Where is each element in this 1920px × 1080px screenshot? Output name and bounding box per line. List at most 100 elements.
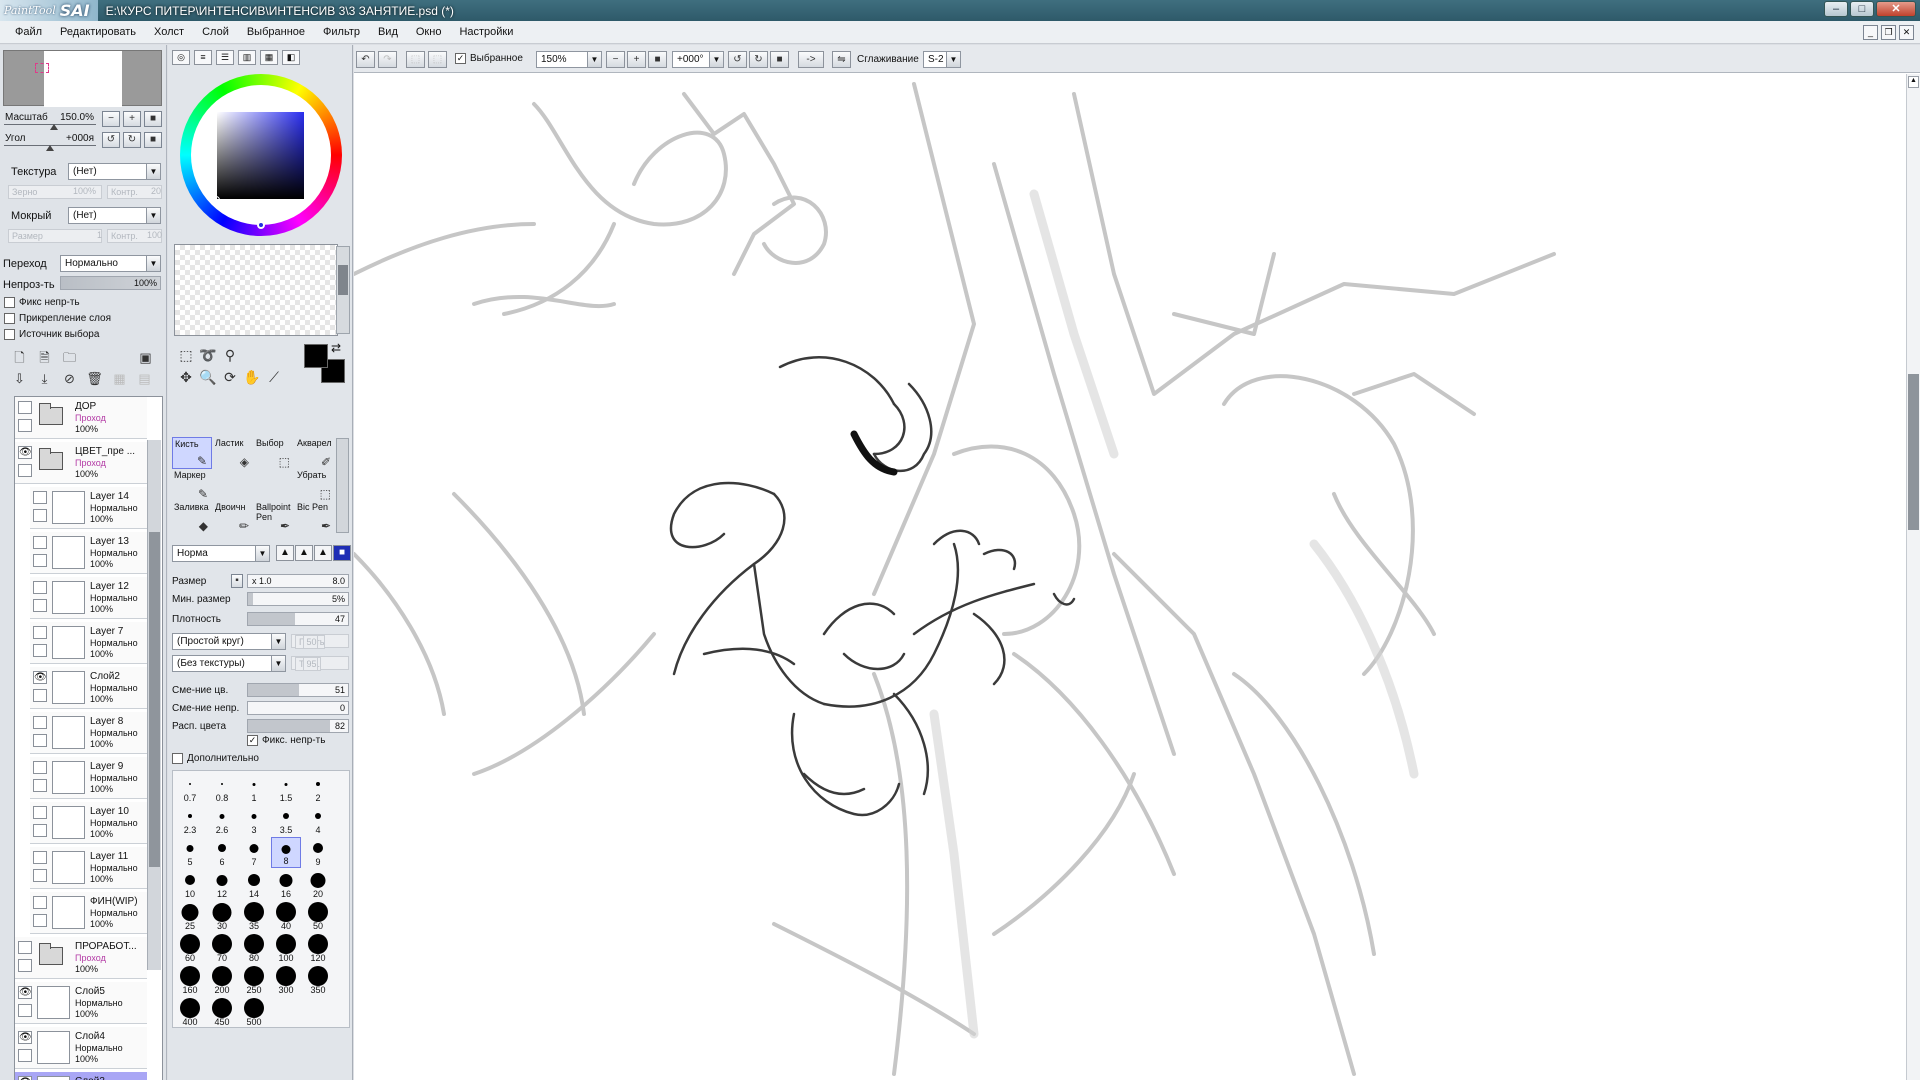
min-size-slider[interactable]: 5%	[247, 592, 349, 606]
clear-layer-icon[interactable]: ⊘	[60, 370, 79, 388]
brush-size-preset[interactable]: 450	[207, 997, 237, 1028]
brush-size-slider[interactable]: x 1.0 8.0	[247, 574, 349, 588]
selection-visible-checkbox[interactable]: ✓ Выбранное	[455, 53, 523, 64]
menu-edit[interactable]: Редактировать	[51, 21, 145, 44]
visibility-eye-icon[interactable]	[33, 491, 47, 504]
navigator-view-frame[interactable]	[35, 63, 49, 73]
flip-canvas-button[interactable]: ->	[798, 51, 824, 68]
brush-size-preset[interactable]: 4	[303, 805, 333, 836]
persistence-slider[interactable]: 82	[247, 719, 349, 733]
layer-lock-toggle[interactable]	[33, 509, 47, 522]
delete-layer-icon[interactable]: 🗑	[85, 370, 104, 388]
layer-lock-toggle[interactable]	[33, 824, 47, 837]
brush-slot[interactable]: Выбор ⬚	[254, 437, 294, 469]
canvas-drawing[interactable]	[354, 74, 1906, 1080]
canvas-vertical-scrollbar[interactable]: ▲	[1906, 74, 1920, 1080]
brush-grid-scrollbar[interactable]	[336, 438, 349, 533]
move-icon[interactable]: ✥	[176, 367, 196, 387]
layer-lock-toggle[interactable]	[33, 779, 47, 792]
merge-down-icon[interactable]: ⤓	[35, 370, 54, 388]
angle-knob[interactable]	[46, 145, 54, 151]
brush-size-preset[interactable]: 250	[239, 965, 269, 996]
layer-mask-icon[interactable]: ▤	[135, 370, 154, 388]
redo-icon[interactable]: ↷	[378, 51, 397, 68]
undo-icon[interactable]: ↶	[356, 51, 375, 68]
brush-size-preset[interactable]: 0.7	[175, 773, 205, 804]
layer-row[interactable]: ДОР Проход 100%	[15, 397, 147, 439]
visibility-eye-icon[interactable]	[18, 401, 32, 414]
brush-size-preset[interactable]: 80	[239, 933, 269, 964]
swap-colors-icon[interactable]: ⇄	[331, 341, 341, 355]
menu-layer[interactable]: Слой	[193, 21, 238, 44]
layer-row[interactable]: 👁 Слой2 Нормально 100%	[30, 667, 147, 709]
close-button[interactable]: ✕	[1876, 1, 1916, 17]
color-wheel-tab-icon[interactable]: ◎	[172, 50, 190, 65]
fix-opacity-checkbox[interactable]: Фикс непр-ть	[4, 297, 80, 308]
layer-panel-menu-icon[interactable]: ▣	[136, 349, 155, 367]
layer-lock-toggle[interactable]	[33, 554, 47, 567]
canvas-angle-select[interactable]: +000° ▼	[672, 51, 724, 68]
brush-size-preset[interactable]: 400	[175, 997, 205, 1028]
fix-opacity-box[interactable]	[4, 297, 15, 308]
canvas-zoom-out-button[interactable]: −	[606, 51, 625, 68]
brush-size-preset[interactable]: 7	[239, 837, 269, 868]
texture-select[interactable]: (Нет) ▼	[68, 163, 161, 180]
layer-lock-toggle[interactable]	[33, 869, 47, 882]
brush-slot[interactable]: Ластик ◈	[213, 437, 253, 469]
brush-slot[interactable]: Кисть ✎	[172, 437, 212, 469]
brush-size-preset[interactable]: 12	[207, 869, 237, 900]
magic-wand-icon[interactable]: ⚲	[220, 345, 240, 365]
brush-size-preset[interactable]: 200	[207, 965, 237, 996]
hand-icon[interactable]: ✋	[242, 367, 262, 387]
layer-row[interactable]: Layer 13 Нормально 100%	[30, 532, 147, 574]
brush-size-preset[interactable]: 20	[303, 869, 333, 900]
zoom-in-button[interactable]: +	[123, 111, 141, 127]
visibility-eye-icon[interactable]	[33, 716, 47, 729]
layer-row[interactable]: Layer 7 Нормально 100%	[30, 622, 147, 664]
new-vector-layer-icon[interactable]: 🗎	[35, 349, 54, 367]
layer-lock-toggle[interactable]	[18, 464, 32, 477]
layer-lock-toggle[interactable]	[33, 914, 47, 927]
brush-size-preset[interactable]: 120	[303, 933, 333, 964]
tip-shape-3-icon[interactable]: ▲	[314, 545, 332, 561]
layer-row[interactable]: ФИН(WIP) Нормально 100%	[30, 892, 147, 934]
brush-size-preset[interactable]: 5	[175, 837, 205, 868]
doc-close-button[interactable]: ✕	[1899, 25, 1914, 40]
primary-color-swatch[interactable]	[304, 344, 328, 368]
brush-shape-select[interactable]: (Простой круг) ▼	[172, 633, 286, 650]
brush-size-preset[interactable]: 60	[175, 933, 205, 964]
brush-size-preset[interactable]: 3	[239, 805, 269, 836]
canvas-zoom-in-button[interactable]: +	[627, 51, 646, 68]
rotate-right-button[interactable]: ↻	[123, 132, 141, 148]
stabilizer-select[interactable]: S-2 ▼	[923, 51, 961, 68]
brush-slot[interactable]	[254, 469, 294, 501]
brush-size-preset[interactable]: 3.5	[271, 805, 301, 836]
density-slider[interactable]: 47	[247, 612, 349, 626]
layer-row[interactable]: Layer 8 Нормально 100%	[30, 712, 147, 754]
scratchpad-tab-icon[interactable]: ◧	[282, 50, 300, 65]
visibility-eye-icon[interactable]: 👁	[18, 986, 32, 999]
layer-lock-toggle[interactable]	[18, 419, 32, 432]
doc-minimize-button[interactable]: _	[1863, 25, 1878, 40]
brush-size-preset[interactable]: 1.5	[271, 773, 301, 804]
brush-size-preset[interactable]: 300	[271, 965, 301, 996]
brush-size-preset[interactable]: 50	[303, 901, 333, 932]
brush-size-preset[interactable]: 1	[239, 773, 269, 804]
tip-shape-2-icon[interactable]: ▲	[295, 545, 313, 561]
clip-layer-box[interactable]	[4, 313, 15, 324]
rotate-reset-button[interactable]: ■	[144, 132, 162, 148]
layer-row[interactable]: Layer 12 Нормально 100%	[30, 577, 147, 619]
layer-row[interactable]: Layer 14 Нормально 100%	[30, 487, 147, 529]
menu-window[interactable]: Окно	[407, 21, 451, 44]
brush-size-preset[interactable]: 8	[271, 837, 301, 868]
brush-slot[interactable]: Убрать ⬚	[295, 469, 335, 501]
visibility-eye-icon[interactable]	[33, 761, 47, 774]
brush-slot[interactable]: Маркер ✎	[172, 469, 212, 501]
keep-opacity-box[interactable]: ✓	[247, 735, 258, 746]
transfer-down-icon[interactable]: ⇩	[10, 370, 29, 388]
navigator-preview[interactable]	[3, 50, 162, 107]
lasso-icon[interactable]: ➰	[198, 345, 218, 365]
angle-slider[interactable]: Угол +000я	[4, 131, 96, 151]
layer-row[interactable]: 👁 Слой4 Нормально 100%	[15, 1027, 147, 1069]
layer-row[interactable]: Layer 9 Нормально 100%	[30, 757, 147, 799]
